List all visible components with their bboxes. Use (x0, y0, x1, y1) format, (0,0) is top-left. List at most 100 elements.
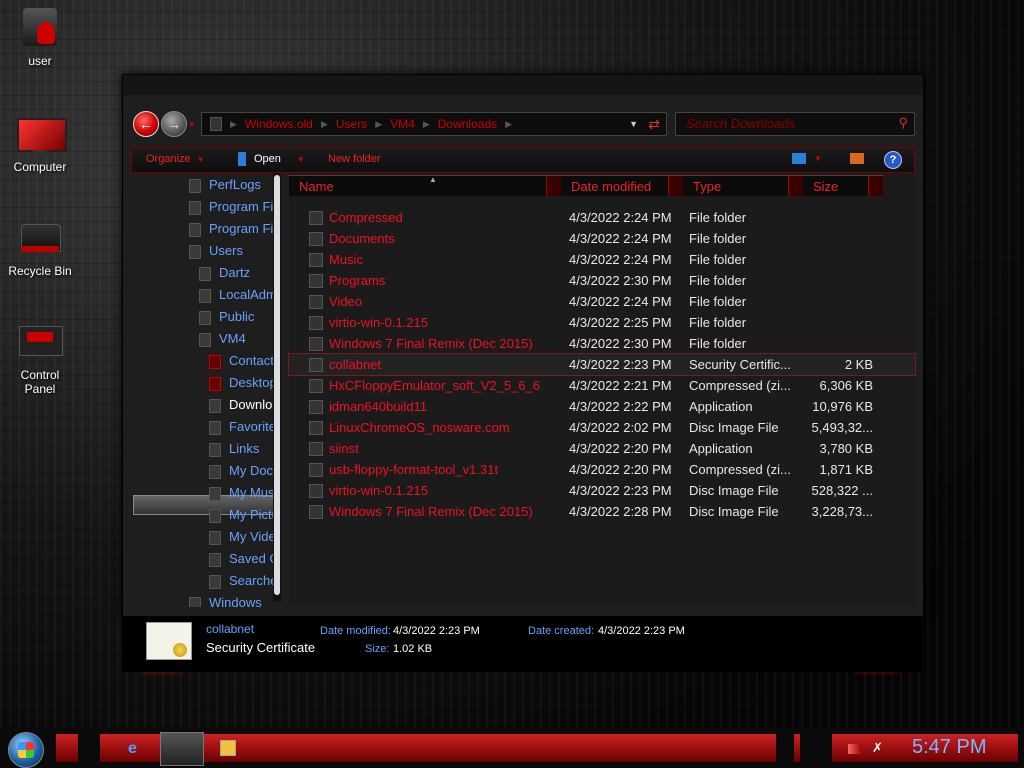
tree-item[interactable]: Dartz (199, 263, 250, 283)
chevron-down-icon: ▼ (296, 155, 305, 164)
file-row[interactable]: collabnet 4/3/2022 2:23 PM Security Certif… (288, 353, 916, 376)
file-row[interactable]: Video 4/3/2022 2:24 PM File folder (289, 291, 915, 312)
file-row[interactable]: Music 4/3/2022 2:24 PM File folder (289, 249, 915, 270)
scrollbar-thumb[interactable] (274, 175, 280, 595)
forward-button[interactable]: → (161, 111, 187, 137)
open-button[interactable]: Open ▼ (254, 153, 305, 165)
start-button[interactable] (8, 732, 44, 768)
file-row[interactable]: siinst 4/3/2022 2:20 PM Application 3,780 K… (289, 438, 915, 459)
signal-icon[interactable] (848, 744, 862, 754)
column-header-date[interactable]: Date modified (561, 175, 683, 196)
file-row[interactable]: Windows 7 Final Remix (Dec 2015) 4/3/2022… (289, 333, 915, 354)
column-resize-handle[interactable] (788, 176, 803, 196)
tree-item[interactable]: Contacts (209, 351, 279, 371)
tree-item[interactable]: Downloads (209, 395, 279, 415)
tree-item[interactable]: Searches (209, 571, 279, 591)
organize-menu[interactable]: Organize ▼ (146, 153, 205, 165)
file-date: 4/3/2022 2:25 PM (569, 315, 672, 330)
help-icon[interactable]: ? (884, 151, 902, 169)
column-header-type[interactable]: Type (683, 175, 803, 196)
recycle-bin-icon (17, 218, 63, 258)
column-header-size[interactable]: Size (803, 175, 883, 196)
window-titlebar[interactable] (123, 75, 923, 95)
file-row[interactable]: Documents 4/3/2022 2:24 PM File folder (289, 228, 915, 249)
control-panel-icon (17, 322, 63, 362)
tree-item[interactable]: My Music (209, 483, 279, 503)
file-date: 4/3/2022 2:30 PM (569, 336, 672, 351)
desktop-icon-computer[interactable]: Computer (0, 114, 80, 174)
tree-item[interactable]: Desktop (209, 373, 277, 393)
file-row[interactable]: Programs 4/3/2022 2:30 PM File folder (289, 270, 915, 291)
file-icon (309, 505, 323, 519)
tree-item[interactable]: Windows (189, 593, 262, 607)
desktop-icon-control-panel[interactable]: Control Panel (0, 322, 80, 396)
file-row[interactable]: idman640build11 4/3/2022 2:22 PM Applicati… (289, 396, 915, 417)
column-resize-handle[interactable] (668, 176, 683, 196)
tree-item-label: Users (209, 243, 243, 258)
search-box[interactable]: Search Downloads ⚲ (675, 112, 915, 136)
tree-item[interactable]: My Documents (209, 461, 279, 481)
view-dropdown-icon[interactable]: ▼ (814, 152, 822, 164)
internet-explorer-icon[interactable]: e (128, 740, 137, 758)
folder-icon (210, 117, 222, 131)
file-row[interactable]: HxCFloppyEmulator_soft_V2_5_6_6 4/3/2022 … (289, 375, 915, 396)
address-dropdown-icon[interactable]: ▼ (629, 119, 638, 129)
view-options-icon[interactable] (792, 153, 806, 164)
back-button[interactable]: ← (133, 111, 159, 137)
tree-item[interactable]: Program Files (x86) (189, 219, 279, 239)
tree-item[interactable]: Program Files (189, 197, 279, 217)
user-folder-icon (17, 8, 63, 48)
tree-item[interactable]: Public (199, 307, 254, 327)
new-folder-button[interactable]: New folder (328, 153, 381, 165)
breadcrumb-vm4[interactable]: VM4 (390, 117, 415, 131)
file-date: 4/3/2022 2:24 PM (569, 252, 672, 267)
tree-item[interactable]: Favorites (209, 417, 279, 437)
breadcrumb-users[interactable]: Users (336, 117, 367, 131)
folder-icon (199, 332, 211, 347)
file-row[interactable]: Compressed 4/3/2022 2:24 PM File folder (289, 207, 915, 228)
file-row[interactable]: Windows 7 Final Remix (Dec 2015) 4/3/2022… (289, 501, 915, 522)
explorer-taskbar-button[interactable] (160, 732, 204, 766)
tree-item[interactable]: My Pictures (209, 505, 279, 525)
file-type: Disc Image File (689, 420, 779, 435)
file-type: File folder (689, 294, 747, 309)
network-icon[interactable]: ✗ (872, 740, 883, 756)
tree-item[interactable]: Links (209, 439, 259, 459)
address-bar[interactable]: ▶ Windows.old ▶ Users ▶ VM4 ▶ Downloads … (201, 112, 667, 136)
tree-item[interactable]: Saved Games (209, 549, 279, 569)
file-row[interactable]: virtio-win-0.1.215 4/3/2022 2:23 PM Disc I… (289, 480, 915, 501)
file-date: 4/3/2022 2:24 PM (569, 294, 672, 309)
tree-item[interactable]: VM4 (199, 329, 246, 349)
navigation-scrollbar[interactable] (273, 173, 281, 601)
recent-pages-dropdown-icon[interactable]: ▼ (188, 120, 196, 129)
folder-icon (189, 244, 201, 259)
tree-item[interactable]: Users (189, 241, 243, 261)
desktop-icon-recycle-bin[interactable]: Recycle Bin (0, 218, 80, 278)
tree-item[interactable]: LocalAdmin (199, 285, 279, 305)
file-icon (309, 316, 323, 330)
media-player-icon[interactable] (220, 740, 236, 756)
breadcrumb-downloads[interactable]: Downloads (438, 117, 497, 131)
date-created-value: 4/3/2022 2:23 PM (598, 625, 685, 637)
tree-item[interactable]: PerfLogs (189, 175, 261, 195)
file-row[interactable]: usb-floppy-format-tool_v1.31t 4/3/2022 2:… (289, 459, 915, 480)
desktop-icon-user[interactable]: user (0, 8, 80, 68)
show-quicklaunch[interactable] (56, 734, 78, 762)
refresh-icon[interactable]: ⇄ (648, 116, 660, 133)
tree-item[interactable]: My Videos (209, 527, 279, 547)
column-resize-handle[interactable] (546, 176, 561, 196)
column-resize-handle[interactable] (868, 176, 883, 196)
breadcrumb-windows-old[interactable]: Windows.old (245, 117, 313, 131)
file-row[interactable]: virtio-win-0.1.215 4/3/2022 2:25 PM File f… (289, 312, 915, 333)
file-name: Windows 7 Final Remix (Dec 2015) (329, 504, 533, 519)
search-icon[interactable]: ⚲ (898, 115, 908, 131)
preview-pane-icon[interactable] (850, 153, 864, 164)
clock[interactable]: 5:47 PM (912, 736, 986, 759)
file-row[interactable]: LinuxChromeOS_nosware.com 4/3/2022 2:02 P… (289, 417, 915, 438)
file-type: Application (689, 399, 753, 414)
folder-icon (189, 178, 201, 193)
file-icon (309, 379, 323, 393)
column-header-name[interactable]: Name ▲ (289, 175, 561, 196)
file-date: 4/3/2022 2:20 PM (569, 462, 672, 477)
search-placeholder: Search Downloads (686, 116, 796, 131)
